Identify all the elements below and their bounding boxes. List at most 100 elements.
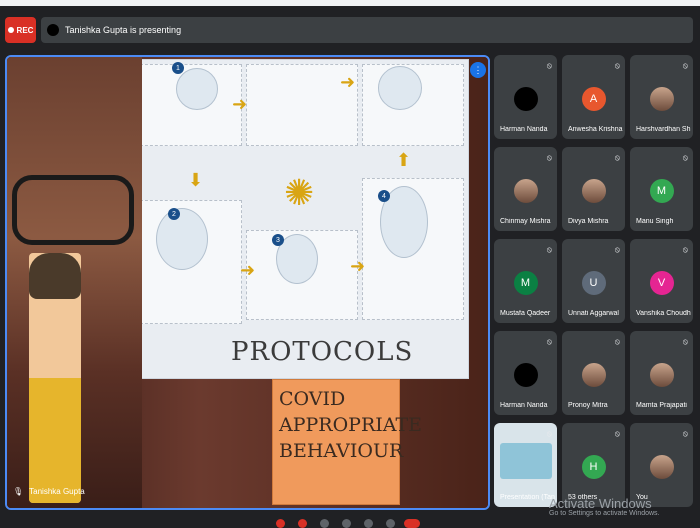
top-bar: REC Tanishka Gupta is presenting: [0, 14, 700, 48]
participant-name: Harshvardhan Sh...: [636, 126, 691, 133]
microphone-icon: 🎙: [13, 487, 24, 496]
muted-mic-icon: ⦸: [682, 153, 688, 162]
control-button[interactable]: [320, 519, 329, 528]
participant-name: Harman Nanda: [500, 402, 548, 409]
participant-avatar: M: [649, 179, 674, 203]
recording-indicator[interactable]: REC: [5, 17, 36, 43]
muted-mic-icon: ⦸: [682, 429, 688, 438]
muted-mic-icon: ⦸: [614, 337, 620, 346]
covid-sign: COVID APPROPRIATE BEHAVIOUR: [272, 379, 422, 505]
presenter-name-tag: 🎙 Tanishka Gupta: [13, 487, 85, 496]
step-1-icon: 1: [172, 62, 184, 74]
browser-edge: [0, 0, 700, 6]
muted-mic-icon: ⦸: [546, 337, 552, 346]
participant-tile[interactable]: ⦸ Pronoy Mitra: [562, 331, 625, 415]
control-button[interactable]: [276, 519, 285, 528]
muted-mic-icon: ⦸: [614, 153, 620, 162]
participant-tile[interactable]: ⦸ Presentation (Tanishka G...: [494, 423, 557, 507]
activate-windows-watermark: Activate Windows Go to Settings to activ…: [549, 496, 660, 517]
participant-avatar: H: [581, 455, 606, 479]
participant-tile[interactable]: ⦸ M Mustafa Qadeer: [494, 239, 557, 323]
muted-mic-icon: ⦸: [546, 153, 552, 162]
cutout-shirt: [29, 378, 81, 503]
participant-name: Vanshika Choudh...: [636, 310, 691, 317]
participant-avatar: [513, 179, 538, 203]
virus-icon: ✺: [284, 172, 315, 213]
participant-tile[interactable]: ⦸ Harman Nanda: [494, 331, 557, 415]
control-button[interactable]: [364, 519, 373, 528]
participant-name: Anwesha Krishna: [568, 126, 623, 133]
arrow-down-icon: ⬇: [188, 170, 204, 190]
glasses-shape: [12, 175, 134, 245]
participant-tile[interactable]: ⦸ H 53 others: [562, 423, 625, 507]
participant-name: Presentation (Tanishka G...: [500, 494, 555, 501]
participant-avatar: [513, 363, 538, 387]
watermark-subtitle: Go to Settings to activate Windows.: [549, 510, 660, 517]
participant-avatar: [513, 87, 538, 111]
leave-call-button[interactable]: [404, 519, 420, 528]
participant-avatar: U: [581, 271, 606, 295]
protocol-poster: 1 2 3 4 ➜ ➜ ⬇ ⬆ ➜ ➜ ✺: [135, 59, 469, 379]
participant-avatar: [499, 443, 552, 479]
participant-name: Chinmay Mishra: [500, 218, 551, 225]
participant-tile[interactable]: ⦸ Divya Mishra: [562, 147, 625, 231]
arrow-up-icon: ⬆: [396, 150, 412, 170]
participant-name: Unnati Aggarwal: [568, 310, 619, 317]
participant-tile[interactable]: ⦸ A Anwesha Krishna: [562, 55, 625, 139]
participant-name: Mustafa Qadeer: [500, 310, 551, 317]
participant-tile[interactable]: ⦸ Mamta Prajapati: [630, 331, 693, 415]
watermark-title: Activate Windows: [549, 496, 652, 511]
participant-name: Divya Mishra: [568, 218, 609, 225]
participant-tile[interactable]: ⦸ Chinmay Mishra: [494, 147, 557, 231]
participant-avatar: [649, 87, 674, 111]
participant-tile[interactable]: ⦸ V Vanshika Choudh...: [630, 239, 693, 323]
step-4-icon: 4: [378, 190, 390, 202]
muted-mic-icon: ⦸: [614, 61, 620, 70]
step-3-icon: 3: [272, 234, 284, 246]
muted-mic-icon: ⦸: [682, 245, 688, 254]
control-button[interactable]: [298, 519, 307, 528]
arrow-right-icon: ➜: [340, 72, 356, 92]
step-2-icon: 2: [168, 208, 180, 220]
participant-tile[interactable]: ⦸ You: [630, 423, 693, 507]
participant-avatar: V: [649, 271, 674, 295]
participant-name: Manu Singh: [636, 218, 674, 225]
audio-indicator-icon: ⋮: [470, 62, 486, 78]
participant-name: Pronoy Mitra: [568, 402, 608, 409]
muted-mic-icon: ⦸: [682, 337, 688, 346]
participant-name: Mamta Prajapati: [636, 402, 687, 409]
cough-illustration: [378, 66, 422, 110]
muted-mic-icon: ⦸: [546, 61, 552, 70]
presenter-avatar: [47, 24, 59, 36]
presenter-video[interactable]: 1 2 3 4 ➜ ➜ ⬇ ⬆ ➜ ➜ ✺ PROTOCOLS COVID AP…: [5, 55, 490, 510]
muted-mic-icon: ⦸: [546, 429, 552, 438]
participant-avatar: A: [581, 87, 606, 111]
arrow-right-icon: ➜: [350, 256, 366, 276]
participant-tile[interactable]: ⦸ M Manu Singh: [630, 147, 693, 231]
muted-mic-icon: ⦸: [614, 245, 620, 254]
muted-mic-icon: ⦸: [614, 429, 620, 438]
participant-tile[interactable]: ⦸ Harshvardhan Sh...: [630, 55, 693, 139]
arrow-right-icon: ➜: [232, 94, 248, 114]
presenting-banner[interactable]: Tanishka Gupta is presenting: [41, 17, 693, 43]
hand-wash-illustration: [176, 68, 218, 110]
participant-tile[interactable]: ⦸ Harman Nanda: [494, 55, 557, 139]
control-button[interactable]: [342, 519, 351, 528]
participant-tile[interactable]: ⦸ U Unnati Aggarwal: [562, 239, 625, 323]
arrow-right-icon: ➜: [240, 260, 256, 280]
participant-avatar: [649, 363, 674, 387]
participant-name: Harman Nanda: [500, 126, 548, 133]
record-dot-icon: [7, 27, 14, 33]
participant-avatar: [649, 455, 674, 479]
participant-avatar: M: [513, 271, 538, 295]
participant-avatar: [581, 363, 606, 387]
muted-mic-icon: ⦸: [682, 61, 688, 70]
mask-illustration: [156, 208, 208, 270]
presenter-name: Tanishka Gupta: [29, 487, 85, 496]
cutout-hair: [29, 253, 81, 299]
control-button[interactable]: [386, 519, 395, 528]
cartoon-cutout: [29, 253, 81, 503]
poster-heading: PROTOCOLS: [231, 337, 414, 367]
muted-mic-icon: ⦸: [546, 245, 552, 254]
recording-label: REC: [16, 25, 34, 35]
